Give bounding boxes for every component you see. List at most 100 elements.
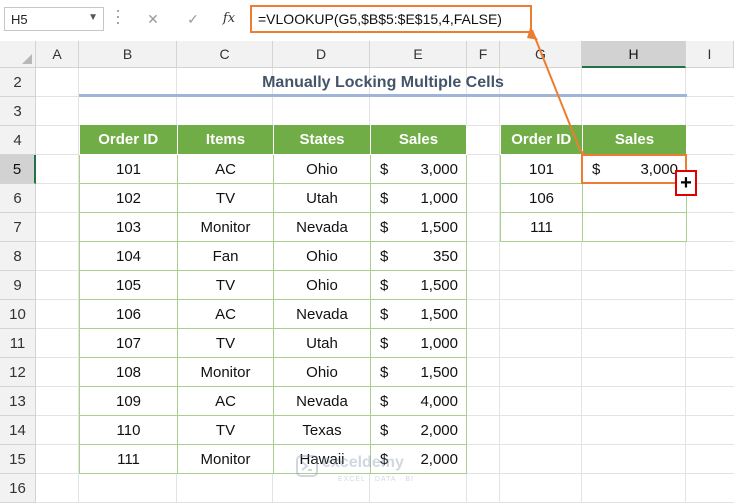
row-header-8[interactable]: 8 [0,242,36,271]
column-header-i[interactable]: I [686,41,734,68]
cell-state[interactable]: Nevada [273,299,371,329]
row-header-4[interactable]: 4 [0,126,36,155]
cell-order-id[interactable]: 101 [79,154,178,184]
lookup-header-sales[interactable]: Sales [582,125,687,155]
name-box-value: H5 [11,12,28,27]
cell-order-id[interactable]: 105 [79,270,178,300]
cell-sales[interactable]: $1,000 [370,328,467,358]
row-header-16[interactable]: 16 [0,474,36,503]
column-header-g[interactable]: G [500,41,582,68]
row-header-14[interactable]: 14 [0,416,36,445]
cell-item[interactable]: TV [177,415,274,445]
row-header-15[interactable]: 15 [0,445,36,474]
row-header-3[interactable]: 3 [0,97,36,126]
currency-symbol: $ [380,422,389,439]
cell-sales[interactable]: $1,000 [370,183,467,213]
row-header-7[interactable]: 7 [0,213,36,242]
cell-order-id[interactable]: 103 [79,212,178,242]
column-header-b[interactable]: B [79,41,177,68]
sales-value: 1,500 [420,276,458,294]
insert-function-icon[interactable]: fx [218,9,240,29]
row-header-11[interactable]: 11 [0,329,36,358]
cell-item[interactable]: TV [177,328,274,358]
lookup-cell-order-id[interactable]: 106 [500,183,583,213]
chevron-down-icon[interactable]: ▼ [88,12,98,23]
cell-order-id[interactable]: 110 [79,415,178,445]
cell-state[interactable]: Utah [273,183,371,213]
lookup-cell-sales[interactable] [582,183,687,213]
sheet-title[interactable]: Manually Locking Multiple Cells [79,69,687,97]
currency-symbol: $ [380,219,389,236]
column-header-e[interactable]: E [370,41,467,68]
cell-sales[interactable]: $4,000 [370,386,467,416]
row-header-12[interactable]: 12 [0,358,36,387]
row-header-6[interactable]: 6 [0,184,36,213]
cell-order-id[interactable]: 111 [79,444,178,474]
cell-sales[interactable]: $1,500 [370,270,467,300]
cell-state[interactable]: Ohio [273,241,371,271]
row-header-13[interactable]: 13 [0,387,36,416]
lookup-header-order-id[interactable]: Order ID [500,125,583,155]
cell-order-id[interactable]: 106 [79,299,178,329]
cell-order-id[interactable]: 108 [79,357,178,387]
cell-order-id[interactable]: 102 [79,183,178,213]
column-header-d[interactable]: D [273,41,370,68]
cell-item[interactable]: AC [177,299,274,329]
table-row: 110 TV Texas $2,000 [79,415,467,445]
watermark: exceldemy EXCEL · DATA · BI [296,452,466,492]
cell-state[interactable]: Utah [273,328,371,358]
cell-order-id[interactable]: 109 [79,386,178,416]
table-row: 102 TV Utah $1,000 [79,183,467,213]
header-sales[interactable]: Sales [370,125,467,155]
row-header-9[interactable]: 9 [0,271,36,300]
fill-handle-icon[interactable]: + [675,170,697,196]
cell-item[interactable]: Monitor [177,212,274,242]
cell-order-id[interactable]: 104 [79,241,178,271]
lookup-cell-sales[interactable] [582,212,687,242]
cell-state[interactable]: Nevada [273,386,371,416]
title-underline [79,94,687,97]
cell-state[interactable]: Ohio [273,154,371,184]
cell-item[interactable]: Monitor [177,357,274,387]
currency-symbol: $ [380,335,389,352]
name-box[interactable]: H5 ▼ [4,7,104,31]
row-header-10[interactable]: 10 [0,300,36,329]
cell-state[interactable]: Texas [273,415,371,445]
column-header-f[interactable]: F [467,41,500,68]
cell-state[interactable]: Nevada [273,212,371,242]
column-header-c[interactable]: C [177,41,273,68]
separator-grip-icon[interactable] [116,10,120,28]
cell-item[interactable]: Fan [177,241,274,271]
cell-order-id[interactable]: 107 [79,328,178,358]
cell-item[interactable]: TV [177,270,274,300]
sales-value: 1,500 [420,218,458,236]
cell-sales[interactable]: $2,000 [370,415,467,445]
column-header-h[interactable]: H [582,41,686,68]
header-states[interactable]: States [273,125,371,155]
cell-item[interactable]: TV [177,183,274,213]
cell-sales[interactable]: $3,000 [370,154,467,184]
cell-item[interactable]: AC [177,386,274,416]
cancel-icon[interactable]: ✕ [142,9,164,29]
cell-item[interactable]: Monitor [177,444,274,474]
cell-sales[interactable]: $350 [370,241,467,271]
lookup-cell-order-id[interactable]: 111 [500,212,583,242]
header-items[interactable]: Items [177,125,274,155]
cell-sales[interactable]: $1,500 [370,299,467,329]
column-header-a[interactable]: A [36,41,79,68]
currency-symbol: $ [380,161,389,178]
row-header-2[interactable]: 2 [0,68,36,97]
select-all-corner[interactable] [0,41,36,68]
row-header-5[interactable]: 5 [0,155,36,184]
enter-icon[interactable]: ✓ [182,9,204,29]
formula-input[interactable]: =VLOOKUP(G5,$B$5:$E$15,4,FALSE) [250,5,532,33]
active-cell-h5[interactable] [581,154,687,184]
header-order-id[interactable]: Order ID [79,125,178,155]
cell-item[interactable]: AC [177,154,274,184]
lookup-cell-order-id[interactable]: 101 [500,154,583,184]
cell-sales[interactable]: $1,500 [370,212,467,242]
cell-state[interactable]: Ohio [273,270,371,300]
cell-sales[interactable]: $1,500 [370,357,467,387]
lookup-header-row: Order ID Sales [500,125,687,155]
cell-state[interactable]: Ohio [273,357,371,387]
